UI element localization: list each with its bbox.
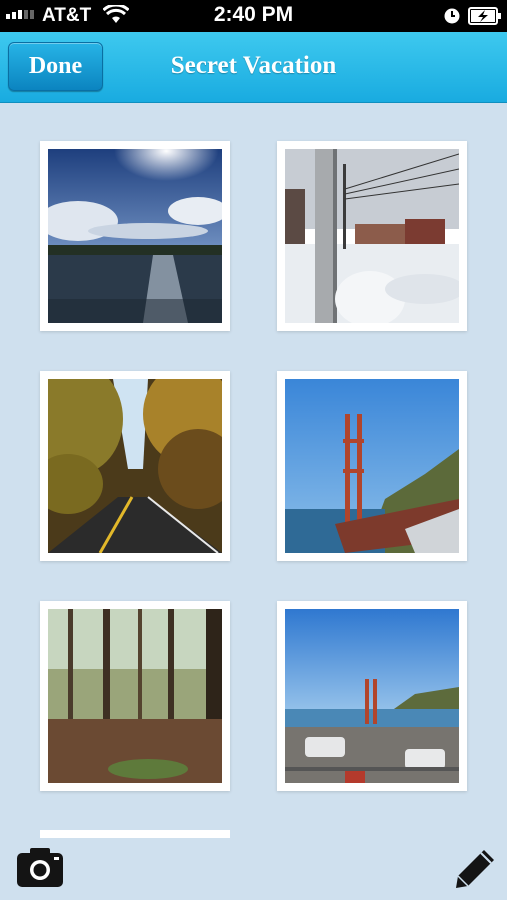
camera-icon[interactable] <box>16 846 64 888</box>
alarm-clock-icon <box>444 8 460 24</box>
page-title: Secret Vacation <box>170 52 337 79</box>
photo-snowy-street[interactable] <box>277 141 467 331</box>
photo-partial[interactable] <box>40 830 230 838</box>
photo-golden-gate-parking[interactable] <box>277 601 467 791</box>
navigation-bar: Done Secret Vacation <box>0 32 507 103</box>
photo-golden-gate-bridge[interactable] <box>277 371 467 561</box>
photo-lake[interactable] <box>40 141 230 331</box>
battery-charging-icon <box>468 7 501 25</box>
status-time: 2:40 PM <box>213 3 294 26</box>
photo-autumn-road[interactable] <box>40 371 230 561</box>
photo-forest[interactable] <box>40 601 230 791</box>
pencil-icon[interactable] <box>454 846 498 890</box>
status-bar: AT&T 2:40 PM <box>0 0 507 32</box>
